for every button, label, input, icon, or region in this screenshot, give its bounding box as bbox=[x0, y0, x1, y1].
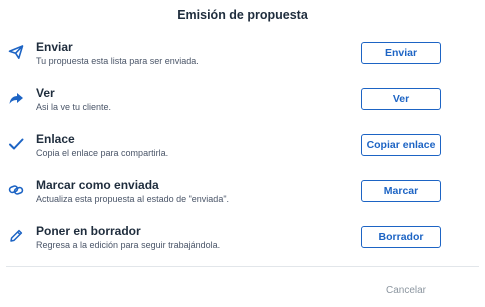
copy-link-button[interactable]: Copiar enlace bbox=[361, 134, 441, 156]
pencil-icon bbox=[8, 228, 24, 244]
option-description: Actualiza esta propuesta al estado de "e… bbox=[36, 194, 230, 204]
share-arrow-icon bbox=[8, 90, 24, 106]
cancel-button[interactable]: Cancelar bbox=[374, 285, 438, 296]
option-description: Tu propuesta esta lista para ser enviada… bbox=[36, 56, 199, 66]
option-description: Asi la ve tu cliente. bbox=[36, 102, 112, 112]
option-send: Enviar Tu propuesta esta lista para ser … bbox=[0, 40, 485, 78]
option-link: Enlace Copia el enlace para compartirla.… bbox=[0, 132, 485, 170]
option-description: Copia el enlace para compartirla. bbox=[36, 148, 169, 158]
dialog-title: Emisión de propuesta bbox=[177, 8, 308, 22]
option-description: Regresa a la edición para seguir trabajá… bbox=[36, 240, 221, 250]
mark-button[interactable]: Marcar bbox=[361, 180, 441, 202]
send-button[interactable]: Enviar bbox=[361, 42, 441, 64]
send-icon bbox=[8, 44, 24, 60]
option-draft: Poner en borrador Regresa a la edición p… bbox=[0, 224, 485, 262]
option-title: Enlace bbox=[36, 132, 75, 146]
option-title: Poner en borrador bbox=[36, 224, 141, 238]
option-title: Enviar bbox=[36, 40, 73, 54]
option-mark-sent: Marcar como enviada Actualiza esta propu… bbox=[0, 178, 485, 216]
draft-button[interactable]: Borrador bbox=[361, 226, 441, 248]
link-icon bbox=[8, 182, 24, 198]
view-button[interactable]: Ver bbox=[361, 88, 441, 110]
check-icon bbox=[8, 136, 24, 152]
option-title: Marcar como enviada bbox=[36, 178, 159, 192]
divider bbox=[6, 266, 479, 267]
option-title: Ver bbox=[36, 86, 55, 100]
option-view: Ver Asi la ve tu cliente. Ver bbox=[0, 86, 485, 124]
